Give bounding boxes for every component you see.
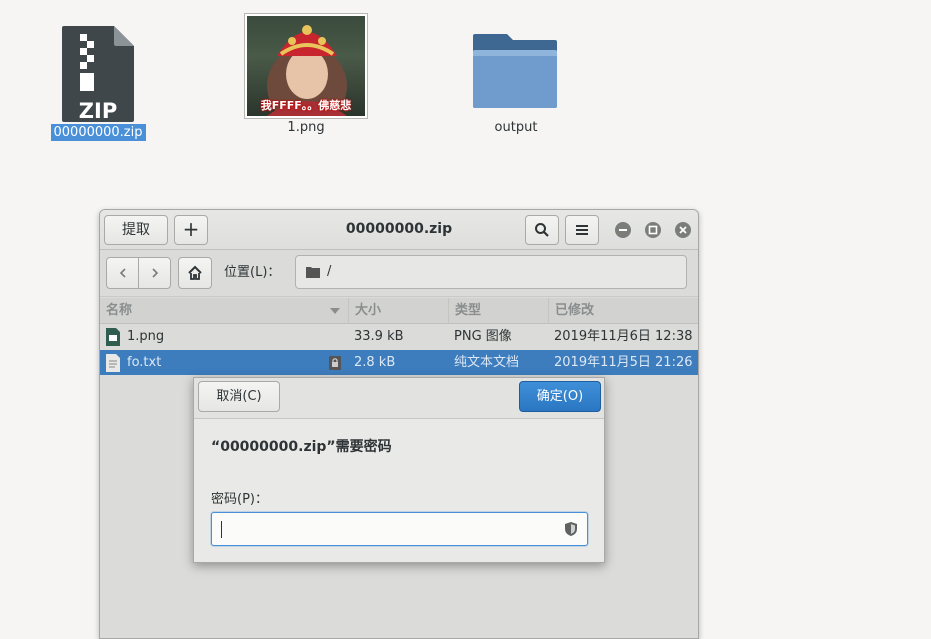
minimize-button[interactable] (615, 222, 631, 238)
desktop-icon-folder[interactable]: output (462, 30, 570, 136)
forward-button[interactable] (138, 257, 171, 289)
back-button[interactable] (106, 257, 139, 289)
file-modified: 2019年11月5日 21:26 (554, 355, 693, 370)
desktop-icon-zip[interactable]: ZIP 00000000.zip (45, 26, 151, 141)
lock-icon (329, 356, 341, 370)
desktop-icon-png[interactable]: 我FFFF。。佛慈悲 1.png (242, 13, 370, 136)
file-size: 33.9 kB (354, 329, 404, 344)
folder-icon (473, 34, 557, 108)
search-icon (535, 223, 549, 237)
image-thumbnail: 我FFFF。。佛慈悲 (244, 13, 368, 119)
chevron-right-icon (151, 268, 158, 278)
hamburger-icon (576, 225, 588, 235)
zip-file-icon: ZIP (62, 26, 134, 123)
extract-button[interactable]: 提取 (104, 215, 168, 245)
zip-type-text: ZIP (79, 99, 117, 123)
close-icon (679, 226, 687, 234)
column-header-type[interactable]: 类型 (449, 298, 549, 323)
cancel-button[interactable]: 取消(C) (198, 381, 280, 412)
text-caret (221, 521, 222, 538)
maximize-button[interactable] (645, 222, 661, 238)
password-label: 密码(P)： (211, 492, 268, 507)
menu-button[interactable] (565, 215, 599, 245)
thumbnail-caption: 我FFFF。。佛慈悲 (260, 99, 352, 112)
header-bar: 提取 + 00000000.zip (100, 210, 698, 250)
file-type: 纯文本文档 (454, 355, 520, 370)
image-file-icon (106, 328, 120, 346)
close-button[interactable] (675, 222, 691, 238)
chevron-left-icon (119, 268, 126, 278)
desktop-icon-label: 1.png (287, 120, 325, 135)
folder-icon (306, 267, 320, 278)
column-header-name[interactable]: 名称 (100, 298, 349, 323)
sort-down-icon (330, 308, 340, 314)
location-path: / (327, 264, 332, 279)
minimize-icon (619, 229, 627, 231)
location-bar: 位置(L)： / (100, 250, 698, 297)
search-button[interactable] (525, 215, 559, 245)
file-name: 1.png (127, 329, 165, 344)
ok-button[interactable]: 确定(O) (519, 381, 601, 412)
location-label: 位置(L)： (224, 265, 281, 280)
dialog-message: “00000000.zip”需要密码 (211, 439, 392, 455)
location-input[interactable]: / (295, 255, 687, 289)
shield-icon[interactable] (565, 522, 577, 536)
table-row[interactable]: 1.png 33.9 kB PNG 图像 2019年11月6日 12:38 (100, 324, 698, 349)
file-name: fo.txt (127, 355, 162, 370)
password-input[interactable] (211, 512, 588, 546)
file-size: 2.8 kB (354, 355, 396, 370)
dialog-header: 取消(C) 确定(O) (194, 378, 604, 419)
password-dialog: 取消(C) 确定(O) “00000000.zip”需要密码 密码(P)： (193, 377, 605, 563)
home-button[interactable] (178, 257, 212, 289)
file-list-header: 名称 大小 类型 已修改 (100, 298, 698, 324)
home-icon (188, 265, 202, 280)
table-row[interactable]: fo.txt 2.8 kB 纯文本文档 2019年11月5日 21:26 (100, 350, 698, 375)
text-file-icon (106, 354, 120, 372)
desktop-icon-label: output (494, 120, 538, 135)
maximize-icon (648, 225, 658, 235)
desktop-icon-label: 00000000.zip (50, 124, 146, 141)
column-header-modified[interactable]: 已修改 (549, 298, 698, 323)
add-files-button[interactable]: + (174, 215, 208, 245)
file-modified: 2019年11月6日 12:38 (554, 329, 693, 344)
file-type: PNG 图像 (454, 329, 512, 344)
column-header-size[interactable]: 大小 (349, 298, 449, 323)
